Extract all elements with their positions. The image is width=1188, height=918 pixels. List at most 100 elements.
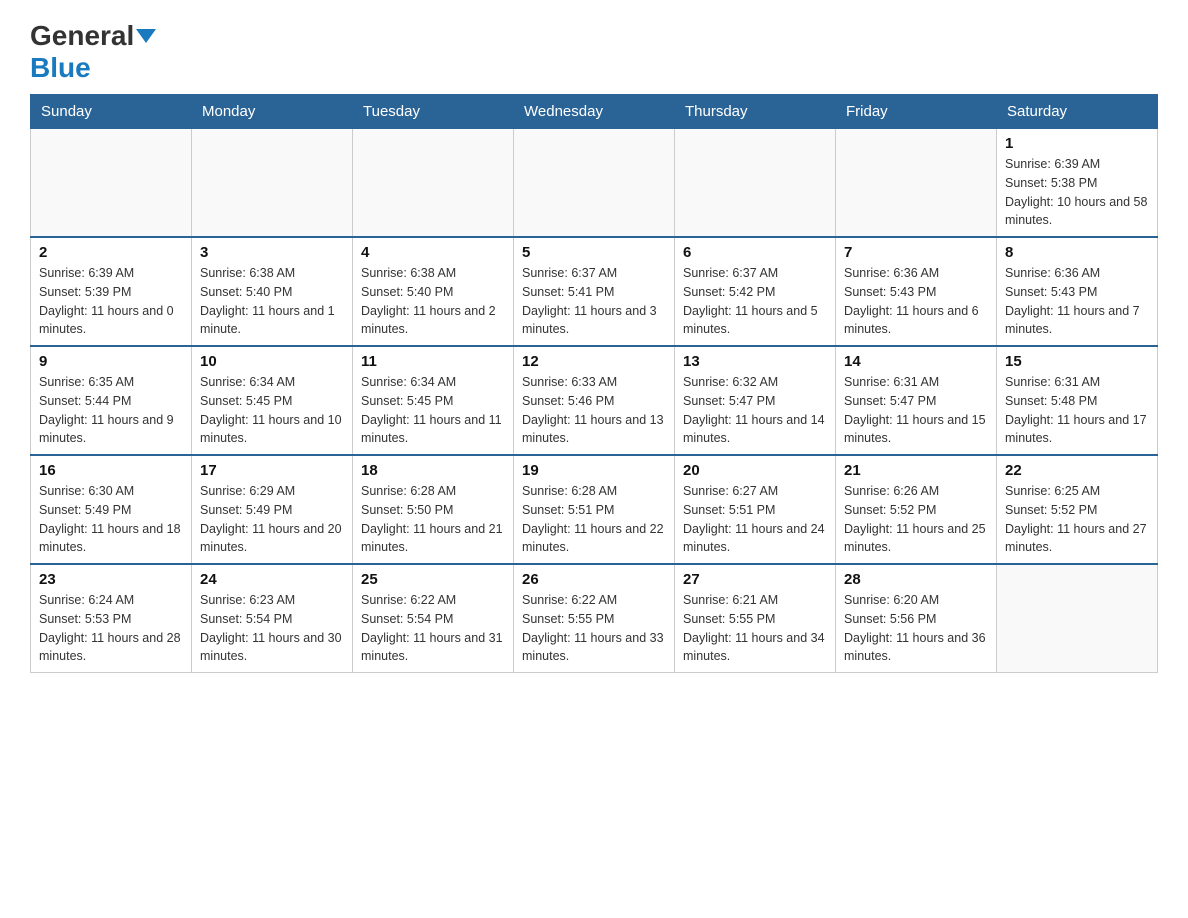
- day-info: Sunrise: 6:23 AMSunset: 5:54 PMDaylight:…: [200, 591, 344, 666]
- day-number: 5: [522, 244, 666, 261]
- day-number: 15: [1005, 353, 1149, 370]
- day-info: Sunrise: 6:36 AMSunset: 5:43 PMDaylight:…: [1005, 264, 1149, 339]
- weekday-header-wednesday: Wednesday: [514, 95, 675, 129]
- day-info: Sunrise: 6:34 AMSunset: 5:45 PMDaylight:…: [361, 373, 505, 448]
- day-info: Sunrise: 6:25 AMSunset: 5:52 PMDaylight:…: [1005, 482, 1149, 557]
- calendar-week-1: 1 Sunrise: 6:39 AMSunset: 5:38 PMDaylight…: [31, 129, 1158, 238]
- calendar-cell: 13 Sunrise: 6:32 AMSunset: 5:47 PMDayligh…: [675, 346, 836, 455]
- day-info: Sunrise: 6:39 AMSunset: 5:38 PMDaylight:…: [1005, 155, 1149, 230]
- calendar-cell: 4 Sunrise: 6:38 AMSunset: 5:40 PMDaylight…: [353, 237, 514, 346]
- day-number: 9: [39, 353, 183, 370]
- day-number: 14: [844, 353, 988, 370]
- calendar-cell: 27Sunrise: 6:21 AMSunset: 5:55 PMDayligh…: [675, 564, 836, 673]
- day-number: 17: [200, 462, 344, 479]
- calendar-week-5: 23 Sunrise: 6:24 AMSunset: 5:53 PMDayligh…: [31, 564, 1158, 673]
- calendar-cell: 19Sunrise: 6:28 AMSunset: 5:51 PMDayligh…: [514, 455, 675, 564]
- calendar-cell: 2 Sunrise: 6:39 AMSunset: 5:39 PMDaylight…: [31, 237, 192, 346]
- day-number: 7: [844, 244, 988, 261]
- weekday-header-friday: Friday: [836, 95, 997, 129]
- calendar-cell: 20Sunrise: 6:27 AMSunset: 5:51 PMDayligh…: [675, 455, 836, 564]
- day-info: Sunrise: 6:38 AMSunset: 5:40 PMDaylight:…: [200, 264, 344, 339]
- day-info: Sunrise: 6:21 AMSunset: 5:55 PMDaylight:…: [683, 591, 827, 666]
- calendar-cell: 17 Sunrise: 6:29 AMSunset: 5:49 PMDayligh…: [192, 455, 353, 564]
- calendar-cell: 22 Sunrise: 6:25 AMSunset: 5:52 PMDayligh…: [997, 455, 1158, 564]
- day-info: Sunrise: 6:37 AMSunset: 5:41 PMDaylight:…: [522, 264, 666, 339]
- calendar-cell: 23 Sunrise: 6:24 AMSunset: 5:53 PMDayligh…: [31, 564, 192, 673]
- day-info: Sunrise: 6:36 AMSunset: 5:43 PMDaylight:…: [844, 264, 988, 339]
- calendar-cell: 12 Sunrise: 6:33 AMSunset: 5:46 PMDayligh…: [514, 346, 675, 455]
- calendar-cell: [836, 129, 997, 238]
- day-number: 24: [200, 571, 344, 588]
- calendar-cell: 10 Sunrise: 6:34 AMSunset: 5:45 PMDayligh…: [192, 346, 353, 455]
- calendar-cell: [192, 129, 353, 238]
- day-number: 2: [39, 244, 183, 261]
- logo: General Blue: [30, 20, 156, 84]
- day-number: 19: [522, 462, 666, 479]
- day-number: 16: [39, 462, 183, 479]
- day-number: 3: [200, 244, 344, 261]
- calendar-week-3: 9 Sunrise: 6:35 AMSunset: 5:44 PMDaylight…: [31, 346, 1158, 455]
- calendar-cell: 14 Sunrise: 6:31 AMSunset: 5:47 PMDayligh…: [836, 346, 997, 455]
- calendar-cell: 15Sunrise: 6:31 AMSunset: 5:48 PMDayligh…: [997, 346, 1158, 455]
- day-number: 22: [1005, 462, 1149, 479]
- day-info: Sunrise: 6:32 AMSunset: 5:47 PMDaylight:…: [683, 373, 827, 448]
- calendar-cell: 28 Sunrise: 6:20 AMSunset: 5:56 PMDayligh…: [836, 564, 997, 673]
- calendar-cell: 16 Sunrise: 6:30 AMSunset: 5:49 PMDayligh…: [31, 455, 192, 564]
- weekday-header-thursday: Thursday: [675, 95, 836, 129]
- calendar-cell: [997, 564, 1158, 673]
- day-number: 4: [361, 244, 505, 261]
- day-number: 8: [1005, 244, 1149, 261]
- calendar-week-2: 2 Sunrise: 6:39 AMSunset: 5:39 PMDaylight…: [31, 237, 1158, 346]
- calendar-cell: 26 Sunrise: 6:22 AMSunset: 5:55 PMDayligh…: [514, 564, 675, 673]
- day-number: 6: [683, 244, 827, 261]
- day-info: Sunrise: 6:30 AMSunset: 5:49 PMDaylight:…: [39, 482, 183, 557]
- day-info: Sunrise: 6:28 AMSunset: 5:50 PMDaylight:…: [361, 482, 505, 557]
- calendar-cell: 21 Sunrise: 6:26 AMSunset: 5:52 PMDayligh…: [836, 455, 997, 564]
- day-info: Sunrise: 6:33 AMSunset: 5:46 PMDaylight:…: [522, 373, 666, 448]
- calendar-cell: 3 Sunrise: 6:38 AMSunset: 5:40 PMDaylight…: [192, 237, 353, 346]
- weekday-header-row: SundayMondayTuesdayWednesdayThursdayFrid…: [31, 95, 1158, 129]
- weekday-header-tuesday: Tuesday: [353, 95, 514, 129]
- day-info: Sunrise: 6:38 AMSunset: 5:40 PMDaylight:…: [361, 264, 505, 339]
- calendar-week-4: 16 Sunrise: 6:30 AMSunset: 5:49 PMDayligh…: [31, 455, 1158, 564]
- day-number: 1: [1005, 135, 1149, 152]
- day-info: Sunrise: 6:22 AMSunset: 5:55 PMDaylight:…: [522, 591, 666, 666]
- day-info: Sunrise: 6:39 AMSunset: 5:39 PMDaylight:…: [39, 264, 183, 339]
- logo-blue: Blue: [30, 52, 91, 83]
- calendar-table: SundayMondayTuesdayWednesdayThursdayFrid…: [30, 94, 1158, 673]
- calendar-cell: 24 Sunrise: 6:23 AMSunset: 5:54 PMDayligh…: [192, 564, 353, 673]
- calendar-cell: [31, 129, 192, 238]
- day-info: Sunrise: 6:20 AMSunset: 5:56 PMDaylight:…: [844, 591, 988, 666]
- calendar-cell: 7 Sunrise: 6:36 AMSunset: 5:43 PMDaylight…: [836, 237, 997, 346]
- day-info: Sunrise: 6:31 AMSunset: 5:47 PMDaylight:…: [844, 373, 988, 448]
- weekday-header-sunday: Sunday: [31, 95, 192, 129]
- calendar-cell: [675, 129, 836, 238]
- weekday-header-monday: Monday: [192, 95, 353, 129]
- day-number: 13: [683, 353, 827, 370]
- day-number: 28: [844, 571, 988, 588]
- logo-general: General: [30, 20, 134, 52]
- day-number: 12: [522, 353, 666, 370]
- calendar-cell: 18Sunrise: 6:28 AMSunset: 5:50 PMDayligh…: [353, 455, 514, 564]
- day-number: 11: [361, 353, 505, 370]
- calendar-cell: 6Sunrise: 6:37 AMSunset: 5:42 PMDaylight…: [675, 237, 836, 346]
- day-info: Sunrise: 6:22 AMSunset: 5:54 PMDaylight:…: [361, 591, 505, 666]
- calendar-cell: [353, 129, 514, 238]
- day-info: Sunrise: 6:26 AMSunset: 5:52 PMDaylight:…: [844, 482, 988, 557]
- calendar-cell: 8 Sunrise: 6:36 AMSunset: 5:43 PMDaylight…: [997, 237, 1158, 346]
- weekday-header-saturday: Saturday: [997, 95, 1158, 129]
- day-number: 10: [200, 353, 344, 370]
- page-header: General Blue: [30, 20, 1158, 84]
- day-number: 26: [522, 571, 666, 588]
- calendar-cell: 1 Sunrise: 6:39 AMSunset: 5:38 PMDaylight…: [997, 129, 1158, 238]
- day-number: 21: [844, 462, 988, 479]
- day-info: Sunrise: 6:34 AMSunset: 5:45 PMDaylight:…: [200, 373, 344, 448]
- day-info: Sunrise: 6:24 AMSunset: 5:53 PMDaylight:…: [39, 591, 183, 666]
- day-number: 23: [39, 571, 183, 588]
- calendar-cell: [514, 129, 675, 238]
- day-number: 20: [683, 462, 827, 479]
- day-number: 25: [361, 571, 505, 588]
- day-info: Sunrise: 6:35 AMSunset: 5:44 PMDaylight:…: [39, 373, 183, 448]
- day-info: Sunrise: 6:29 AMSunset: 5:49 PMDaylight:…: [200, 482, 344, 557]
- calendar-cell: 5 Sunrise: 6:37 AMSunset: 5:41 PMDaylight…: [514, 237, 675, 346]
